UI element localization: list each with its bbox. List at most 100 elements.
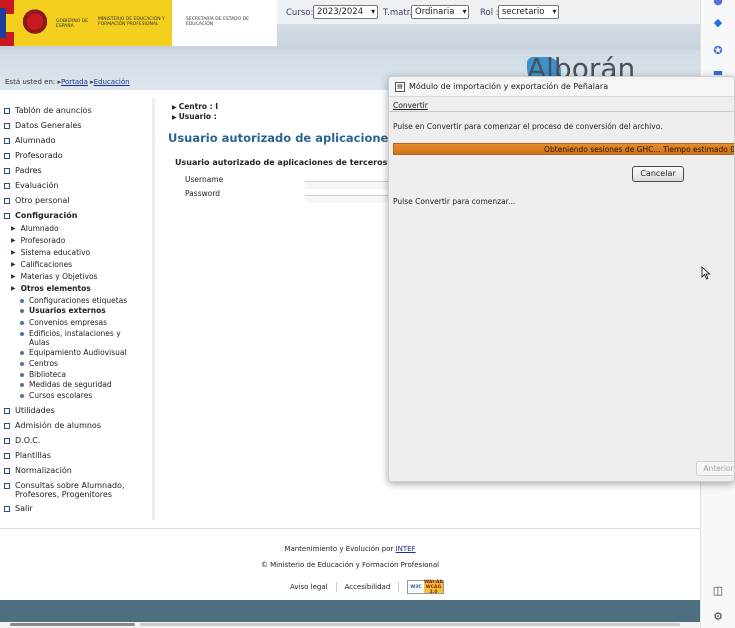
top-selectors-bar: Curso: 2023/2024 ▾ T.matr.: Ordinaria ▾ … xyxy=(277,0,700,24)
penalara-dialog: Módulo de importación y exportación de P… xyxy=(388,76,735,482)
sidebar-item-doc[interactable]: D.O.C. xyxy=(4,436,40,445)
bullet-dot-icon xyxy=(20,298,24,303)
gov-text: GOBIERNO DE ESPAÑA xyxy=(56,19,89,29)
bullet-dot-icon xyxy=(20,372,24,377)
sidebar-item-configuracion[interactable]: Configuración xyxy=(4,211,77,220)
breadcrumb: Está usted en: ▸Portada ▸Educación xyxy=(5,78,130,86)
username-input[interactable] xyxy=(305,181,390,189)
sidebar-panel-icon[interactable]: ◫ xyxy=(711,584,725,598)
main-content: ▶ Centro : I ▶ Usuario : Usuario autoriz… xyxy=(160,98,390,518)
otros-item-centros[interactable]: Centros xyxy=(20,359,58,368)
progress-text: Obteniendo sesiones de GHC... Tiempo est… xyxy=(544,145,735,154)
bottom-bar xyxy=(0,600,700,622)
sidebar-item-label: Admisión de alumnos xyxy=(15,421,101,430)
sidebar-item-label: Plantillas xyxy=(15,451,51,460)
config-item-calificaciones[interactable]: ▶ Calificaciones xyxy=(11,260,72,269)
triangle-right-icon: ▶ xyxy=(11,285,16,292)
accesibilidad-link[interactable]: Accesibilidad xyxy=(345,583,391,591)
menu-bullet-icon xyxy=(4,123,10,129)
config-item-profesorado[interactable]: ▶ Profesorado xyxy=(11,236,65,245)
tmatr-select[interactable]: Ordinaria ▾ xyxy=(411,5,470,19)
otros-item-etiquetas[interactable]: Configuraciones etiquetas xyxy=(20,296,127,305)
otros-item-label: Convenios empresas xyxy=(29,318,107,327)
config-item-materias[interactable]: ▶ Materias y Objetivos xyxy=(11,272,97,281)
usuario-label: ▶ Usuario : xyxy=(172,112,217,121)
footer-ministry: © Ministerio de Educación y Formación Pr… xyxy=(260,561,440,569)
breadcrumb-educacion[interactable]: Educación xyxy=(94,78,130,86)
site-header: GOBIERNO DE ESPAÑA MINISTERIO DE EDUCACI… xyxy=(0,0,700,50)
menu-bullet-icon xyxy=(4,453,10,459)
sidebar-item-label: Evaluación xyxy=(15,181,59,190)
secretary-logo: SECRETARÍA DE ESTADO DE EDUCACIÓN xyxy=(172,0,277,46)
rol-label: Rol : xyxy=(480,8,499,18)
form-title: Usuario autorizado de aplicaciones de te… xyxy=(175,158,388,167)
menu-bullet-icon xyxy=(4,108,10,114)
bullet-dot-icon xyxy=(20,308,24,313)
sidebar-item-label: Normalización xyxy=(15,466,72,475)
sidebar-copilot-icon[interactable]: ✪ xyxy=(711,44,725,58)
bullet-dot-icon xyxy=(20,393,24,398)
config-item-sistema-educativo[interactable]: ▶ Sistema educativo xyxy=(11,248,90,257)
sidebar-search-icon[interactable]: ● xyxy=(711,0,725,8)
dialog-app-icon: ▤ xyxy=(395,82,405,92)
sidebar-item-plantillas[interactable]: Plantillas xyxy=(4,451,51,460)
sidebar-item-tablon[interactable]: Tablón de anuncios xyxy=(4,106,92,115)
scrollbar-thumb[interactable] xyxy=(10,623,135,626)
config-item-otros-elementos[interactable]: ▶ Otros elementos xyxy=(11,284,91,293)
config-item-label: Otros elementos xyxy=(20,284,91,293)
sidebar-item-normalizacion[interactable]: Normalización xyxy=(4,466,72,475)
wai-aa-badge-icon[interactable]: W3C WAI-AA WCAG 2.0 xyxy=(407,579,445,595)
otros-item-audiovisual[interactable]: Equipamiento Audiovisual xyxy=(20,348,127,357)
sidebar-item-padres[interactable]: Padres xyxy=(4,166,42,175)
sidebar-item-label: Consultas sobre Alumnado, Profesores, Pr… xyxy=(15,481,125,499)
otros-item-biblioteca[interactable]: Biblioteca xyxy=(20,370,66,379)
sidebar-item-utilidades[interactable]: Utilidades xyxy=(4,406,55,415)
curso-select[interactable]: 2023/2024 ▾ xyxy=(313,5,379,19)
sidebar-item-evaluacion[interactable]: Evaluación xyxy=(4,181,58,190)
sidebar-item-salir[interactable]: Salir xyxy=(4,504,33,513)
badge-wai-text: WAI-AA WCAG 2.0 xyxy=(423,579,444,595)
footer-links: Aviso legal Accesibilidad W3C WAI-AA WCA… xyxy=(290,579,445,595)
sidebar-tag-icon[interactable]: ◆ xyxy=(711,16,725,30)
sidebar-item-alumnado[interactable]: Alumnado xyxy=(4,136,56,145)
intef-link[interactable]: INTEF xyxy=(396,545,416,553)
menu-bullet-icon xyxy=(4,408,10,414)
convertir-menu[interactable]: Convertir xyxy=(393,101,428,110)
rol-select[interactable]: secretario ▾ xyxy=(498,5,560,19)
otros-item-label: Configuraciones etiquetas xyxy=(29,296,128,305)
sidebar-item-datos-generales[interactable]: Datos Generales xyxy=(4,121,81,130)
badge-w3c-text: W3C xyxy=(410,584,422,590)
gear-icon[interactable]: ⚙ xyxy=(711,610,725,624)
otros-item-seguridad[interactable]: Medidas de seguridad xyxy=(20,380,112,389)
otros-item-label: Usuarios externos xyxy=(29,306,106,315)
menu-bullet-icon xyxy=(4,506,10,512)
triangle-right-icon: ▶ xyxy=(11,273,16,280)
otros-item-convenios[interactable]: Convenios empresas xyxy=(20,318,107,327)
sidebar-item-label: Alumnado xyxy=(15,136,56,145)
username-label: Username xyxy=(185,175,224,184)
password-input[interactable] xyxy=(305,195,390,203)
previous-button[interactable]: Anterior xyxy=(696,461,734,476)
otros-item-usuarios-externos[interactable]: Usuarios externos xyxy=(20,306,106,315)
menu-bullet-icon xyxy=(4,153,10,159)
breadcrumb-portada[interactable]: Portada xyxy=(61,78,88,86)
menu-bullet-icon xyxy=(4,183,10,189)
config-item-label: Calificaciones xyxy=(20,260,73,269)
tmatr-value: Ordinaria xyxy=(415,7,455,17)
horizontal-scrollbar[interactable] xyxy=(0,622,700,628)
otros-item-cursos[interactable]: Cursos escolares xyxy=(20,391,92,400)
sidebar-item-otro-personal[interactable]: Otro personal xyxy=(4,196,70,205)
sidebar-item-profesorado[interactable]: Profesorado xyxy=(4,151,63,160)
cancel-button[interactable]: Cancelar xyxy=(632,166,684,182)
government-logo: GOBIERNO DE ESPAÑA MINISTERIO DE EDUCACI… xyxy=(0,0,172,46)
config-item-alumnado[interactable]: ▶ Alumnado xyxy=(11,224,59,233)
sidebar-item-admision[interactable]: Admisión de alumnos xyxy=(4,421,101,430)
triangle-right-icon: ▶ xyxy=(11,249,16,256)
curso-label: Curso: xyxy=(286,8,314,18)
otros-item-edificios[interactable]: Edificios, instalaciones y Aulas xyxy=(20,329,135,347)
aviso-legal-link[interactable]: Aviso legal xyxy=(290,583,328,591)
sidebar-item-label: Otro personal xyxy=(15,196,70,205)
otros-item-label: Medidas de seguridad xyxy=(29,380,112,389)
sidebar-item-consultas[interactable]: Consultas sobre Alumnado, Profesores, Pr… xyxy=(4,481,139,499)
footer-maintenance: Mantenimiento y Evolución por INTEF xyxy=(0,545,700,553)
